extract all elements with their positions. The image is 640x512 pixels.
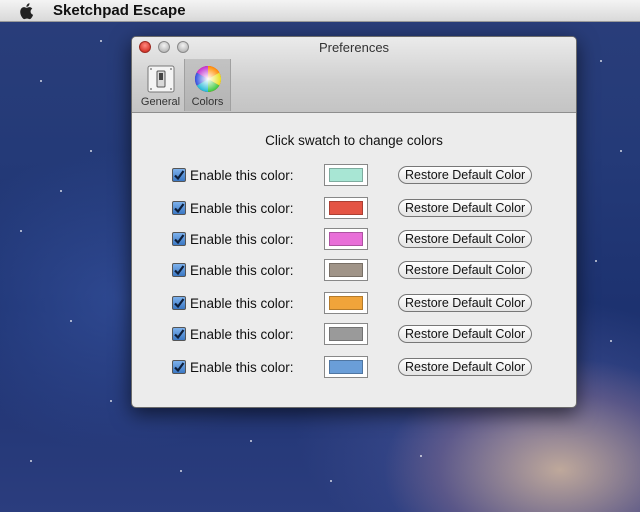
tab-general-label: General xyxy=(140,96,181,108)
enable-color-label: Enable this color: xyxy=(190,200,294,216)
window-title: Preferences xyxy=(318,40,390,55)
color-swatch[interactable] xyxy=(324,259,368,281)
checkmark-icon xyxy=(174,203,185,214)
checkmark-icon xyxy=(174,362,185,373)
enable-color-checkbox[interactable] xyxy=(172,263,186,277)
restore-default-color-button[interactable]: Restore Default Color xyxy=(398,294,533,312)
color-row: Enable this color: Restore Default Color xyxy=(172,228,552,250)
enable-color-checkbox[interactable] xyxy=(172,201,186,215)
color-row: Enable this color: Restore Default Color xyxy=(172,292,552,314)
color-swatch[interactable] xyxy=(324,323,368,345)
checkmark-icon xyxy=(174,298,185,309)
color-row: Enable this color: Restore Default Color xyxy=(172,323,552,345)
restore-default-color-button[interactable]: Restore Default Color xyxy=(398,261,533,279)
swatch-fill xyxy=(329,232,363,246)
color-swatch[interactable] xyxy=(324,197,368,219)
restore-default-color-button[interactable]: Restore Default Color xyxy=(398,166,533,184)
color-row: Enable this color: Restore Default Color xyxy=(172,259,552,281)
color-wheel-icon xyxy=(194,65,221,93)
enable-color-checkbox[interactable] xyxy=(172,360,186,374)
window-titlebar: Preferences General Colors xyxy=(132,37,576,113)
checkmark-icon xyxy=(174,265,185,276)
swatch-fill xyxy=(329,296,363,310)
preferences-window: Preferences General Colors Click swatch … xyxy=(131,36,577,408)
switch-icon xyxy=(147,65,174,93)
color-swatch[interactable] xyxy=(324,356,368,378)
swatch-fill xyxy=(329,168,363,182)
enable-color-label: Enable this color: xyxy=(190,326,294,342)
restore-default-color-button[interactable]: Restore Default Color xyxy=(398,358,533,376)
color-swatch[interactable] xyxy=(324,292,368,314)
enable-color-label: Enable this color: xyxy=(190,359,294,375)
enable-color-checkbox[interactable] xyxy=(172,168,186,182)
color-swatch[interactable] xyxy=(324,228,368,250)
enable-color-checkbox[interactable] xyxy=(172,232,186,246)
enable-color-label: Enable this color: xyxy=(190,295,294,311)
enable-color-checkbox[interactable] xyxy=(172,327,186,341)
enable-color-checkbox[interactable] xyxy=(172,296,186,310)
tab-colors[interactable]: Colors xyxy=(184,59,231,111)
color-row: Enable this color: Restore Default Color xyxy=(172,197,552,219)
swatch-fill xyxy=(329,201,363,215)
preferences-toolbar: General Colors xyxy=(137,59,231,111)
color-row: Enable this color: Restore Default Color xyxy=(172,164,552,186)
restore-default-color-button[interactable]: Restore Default Color xyxy=(398,199,533,217)
enable-color-label: Enable this color: xyxy=(190,262,294,278)
swatch-fill xyxy=(329,263,363,277)
enable-color-label: Enable this color: xyxy=(190,231,294,247)
enable-color-label: Enable this color: xyxy=(190,167,294,183)
pane-heading: Click swatch to change colors xyxy=(265,133,443,148)
tab-colors-label: Colors xyxy=(191,96,224,108)
tab-general[interactable]: General xyxy=(137,59,184,111)
checkmark-icon xyxy=(174,234,185,245)
restore-default-color-button[interactable]: Restore Default Color xyxy=(398,230,533,248)
checkmark-icon xyxy=(174,170,185,181)
apple-icon[interactable] xyxy=(18,2,36,20)
menu-bar: Sketchpad Escape xyxy=(0,0,640,22)
restore-default-color-button[interactable]: Restore Default Color xyxy=(398,325,533,343)
app-menu[interactable]: Sketchpad Escape xyxy=(53,2,186,19)
swatch-fill xyxy=(329,327,363,341)
color-row: Enable this color: Restore Default Color xyxy=(172,356,552,378)
checkmark-icon xyxy=(174,329,185,340)
swatch-fill xyxy=(329,360,363,374)
color-swatch[interactable] xyxy=(324,164,368,186)
